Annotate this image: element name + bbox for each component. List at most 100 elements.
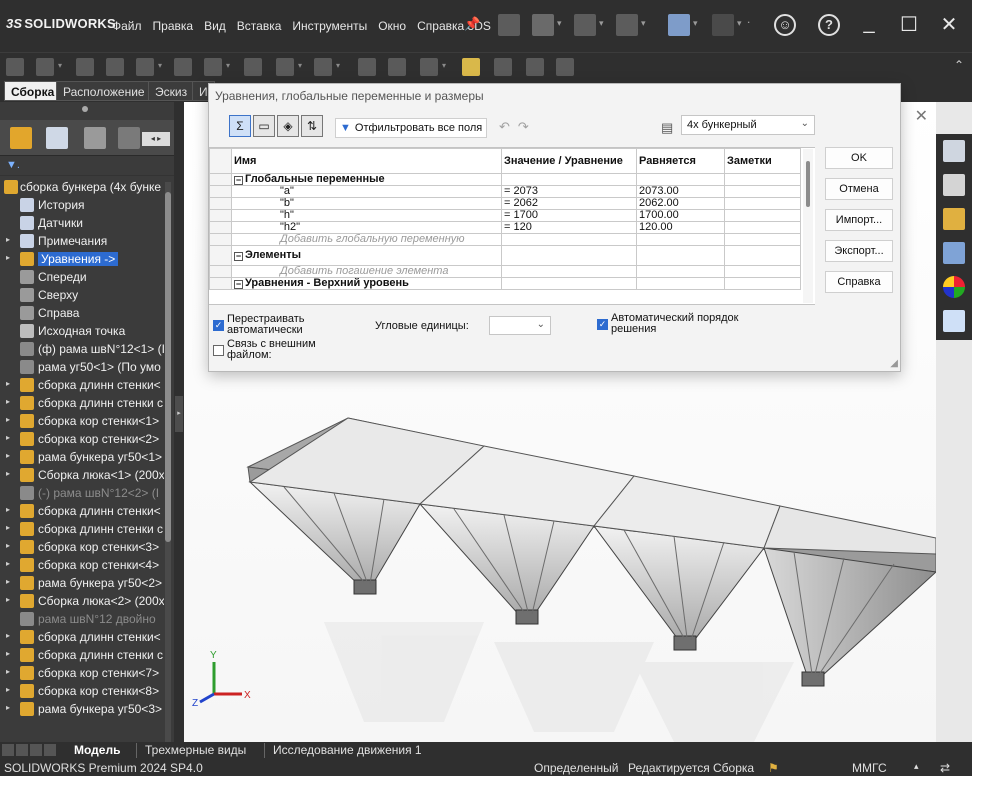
- table-row[interactable]: "h" = 1700 1700.00: [209, 209, 801, 222]
- configuration-manager-tab-icon[interactable]: [84, 127, 106, 149]
- update-speedpak-icon[interactable]: [494, 58, 512, 76]
- help-button[interactable]: Справка: [825, 271, 893, 293]
- filter-all-fields-button[interactable]: ▼ Отфильтровать все поля: [335, 118, 487, 138]
- exploded-view-icon[interactable]: [358, 58, 376, 76]
- tab-sketch[interactable]: Эскиз: [148, 81, 195, 101]
- collapse-icon[interactable]: −: [234, 176, 243, 185]
- reference-geometry-icon[interactable]: [244, 58, 262, 76]
- panel-tab-scroll[interactable]: ◂ ▸: [142, 132, 170, 146]
- expand-arrow-icon[interactable]: ▸: [6, 415, 10, 424]
- tree-item[interactable]: ▸ Уравнения ->: [0, 250, 164, 268]
- large-assembly-icon[interactable]: [556, 58, 574, 76]
- tree-item[interactable]: Справа: [0, 304, 164, 322]
- dimxpert-tab-icon[interactable]: [118, 127, 140, 149]
- bill-of-materials-icon[interactable]: [314, 58, 332, 76]
- tree-item[interactable]: ▸ сборка длинн стенки с: [0, 646, 164, 664]
- undo-dropdown-caret[interactable]: ▾ ⠐: [737, 18, 751, 29]
- tree-item[interactable]: ▸ сборка длинн стенки<: [0, 628, 164, 646]
- expand-arrow-icon[interactable]: ▸: [6, 523, 10, 532]
- expand-arrow-icon[interactable]: ▸: [6, 631, 10, 640]
- expand-arrow-icon[interactable]: ▸: [6, 433, 10, 442]
- expand-arrow-icon[interactable]: ▸: [6, 577, 10, 586]
- expand-arrow-icon[interactable]: ▸: [6, 469, 10, 478]
- tree-item[interactable]: (ф) рама швN°12<1> (I: [0, 340, 164, 358]
- tree-item[interactable]: История: [0, 196, 164, 214]
- tab-layout[interactable]: Расположение: [56, 81, 152, 101]
- undo-icon[interactable]: [712, 14, 734, 36]
- variable-name-cell[interactable]: "a": [231, 185, 502, 198]
- mate-icon[interactable]: [36, 58, 54, 76]
- solidworks-resources-icon[interactable]: [943, 140, 965, 162]
- tree-item[interactable]: ▸ рама бункера уг50<3>: [0, 700, 164, 718]
- property-manager-tab-icon[interactable]: [46, 127, 68, 149]
- linear-pattern-icon[interactable]: [76, 58, 94, 76]
- tree-item[interactable]: ▸ рама бункера уг50<1>: [0, 448, 164, 466]
- export-button[interactable]: Экспорт...: [825, 240, 893, 262]
- tab-first-icon[interactable]: [2, 744, 14, 756]
- design-library-icon[interactable]: [943, 174, 965, 196]
- tree-item[interactable]: рама швN°12 двойно: [0, 610, 164, 628]
- column-header-evaluates[interactable]: Равняется: [636, 148, 725, 174]
- menu-item-2[interactable]: Вид: [204, 19, 226, 33]
- table-row[interactable]: "a" = 2073 2073.00: [209, 185, 801, 198]
- tab-model[interactable]: Модель: [66, 743, 128, 758]
- tab-prev-icon[interactable]: [16, 744, 28, 756]
- tree-item[interactable]: ▸ сборка кор стенки<2>: [0, 430, 164, 448]
- equation-cell[interactable]: = 2073: [501, 185, 637, 198]
- minimize-button[interactable]: _: [854, 12, 884, 35]
- feature-tree-tab-icon[interactable]: [10, 127, 32, 149]
- tree-item[interactable]: ▸ сборка длинн стенки с: [0, 520, 164, 538]
- menu-item-0[interactable]: Файл: [112, 19, 142, 33]
- column-header-notes[interactable]: Заметки: [724, 148, 801, 174]
- user-account-icon[interactable]: ☺: [774, 14, 796, 36]
- variable-name-cell[interactable]: "b": [231, 197, 502, 210]
- tree-item[interactable]: Исходная точка: [0, 322, 164, 340]
- expand-arrow-icon[interactable]: ▸: [6, 649, 10, 658]
- tab-motion-study[interactable]: Исследование движения 1: [264, 743, 430, 758]
- ok-button[interactable]: OK: [825, 147, 893, 169]
- expand-arrow-icon[interactable]: ▸: [6, 667, 10, 676]
- new-motion-study-icon[interactable]: [276, 58, 294, 76]
- file-explorer-icon[interactable]: [943, 208, 965, 230]
- mate-caret[interactable]: ▾: [58, 61, 62, 70]
- new-dropdown-caret[interactable]: ▾: [557, 18, 562, 29]
- view-palette-icon[interactable]: [943, 242, 965, 264]
- tree-item[interactable]: ▸ сборка длинн стенки<: [0, 502, 164, 520]
- status-units[interactable]: ММГС: [852, 761, 887, 775]
- rebuild-automatically-checkbox[interactable]: ✓: [213, 320, 224, 331]
- collapse-icon[interactable]: −: [234, 252, 243, 261]
- grid-scrollbar[interactable]: [803, 149, 813, 303]
- motion-caret[interactable]: ▾: [298, 61, 302, 70]
- expand-arrow-icon[interactable]: ▸: [6, 559, 10, 568]
- tree-item[interactable]: (-) рама швN°12<2> (I: [0, 484, 164, 502]
- menu-item-4[interactable]: Инструменты: [292, 19, 367, 33]
- expand-arrow-icon[interactable]: ▸: [6, 253, 10, 262]
- tree-item[interactable]: ▸ сборка кор стенки<1>: [0, 412, 164, 430]
- equation-cell[interactable]: = 2062: [501, 197, 637, 210]
- expand-arrow-icon[interactable]: ▸: [6, 235, 10, 244]
- equation-cell[interactable]: = 120: [501, 221, 637, 234]
- expand-arrow-icon[interactable]: ▸: [6, 703, 10, 712]
- open-file-icon[interactable]: [574, 14, 596, 36]
- notes-cell[interactable]: [724, 209, 801, 222]
- table-row[interactable]: Добавить глобальную переменную: [209, 233, 801, 246]
- tree-item[interactable]: Сверху: [0, 286, 164, 304]
- tree-item[interactable]: ▸ Сборка люка<1> (200х: [0, 466, 164, 484]
- take-snapshot-icon[interactable]: [526, 58, 544, 76]
- open-dropdown-caret[interactable]: ▾: [599, 18, 604, 29]
- add-global-variable-cell[interactable]: Добавить глобальную переменную: [231, 233, 502, 246]
- tree-item[interactable]: ▸ сборка кор стенки<3>: [0, 538, 164, 556]
- splitter-collapse-handle[interactable]: ▸: [175, 396, 183, 432]
- tree-item[interactable]: ▸ Сборка люка<2> (200х: [0, 592, 164, 610]
- print-icon[interactable]: [668, 14, 690, 36]
- tab-last-icon[interactable]: [44, 744, 56, 756]
- redo-icon-dialog[interactable]: ↷: [518, 119, 537, 134]
- section-global-variables[interactable]: − Глобальные переменные: [231, 173, 502, 186]
- assembly-features-caret[interactable]: ▾: [226, 61, 230, 70]
- status-customize-icon[interactable]: ⇄: [940, 761, 950, 775]
- menu-item-5[interactable]: Окно: [378, 19, 406, 33]
- table-row[interactable]: "h2" = 120 120.00: [209, 221, 801, 234]
- menu-item-1[interactable]: Правка: [153, 19, 194, 33]
- angle-units-select[interactable]: ⌄: [489, 316, 551, 335]
- pin-icon[interactable]: 📌: [464, 16, 480, 32]
